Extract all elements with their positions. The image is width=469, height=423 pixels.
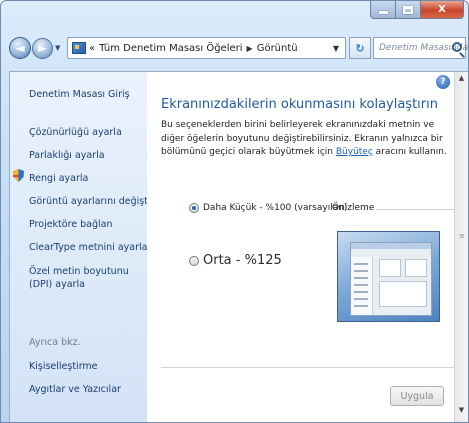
refresh-button[interactable]: ↻ <box>349 37 371 59</box>
page-description: Bu seçeneklerden birini belirleyerek ekr… <box>161 119 457 160</box>
back-arrow-icon: ◄ <box>15 41 25 55</box>
minimize-button[interactable] <box>370 1 396 19</box>
preview-titlebar <box>351 243 431 249</box>
breadcrumb-overflow[interactable]: « <box>89 43 95 54</box>
page-title: Ekranınızdakilerin okunmasını kolaylaştı… <box>161 97 438 112</box>
sidebar-link-cleartype[interactable]: ClearType metnini ayarla <box>29 242 147 253</box>
refresh-icon: ↻ <box>355 41 365 55</box>
search-icon[interactable] <box>452 42 462 52</box>
vertical-scrollbar[interactable]: ▲ ≡ ▼ <box>454 72 468 422</box>
sidebar-link-color[interactable]: Rengi ayarla <box>29 173 88 184</box>
shield-icon <box>13 169 24 182</box>
sidebar-link-devices-printers[interactable]: Aygıtlar ve Yazıcılar <box>29 384 121 395</box>
forward-button[interactable]: ► <box>32 37 53 59</box>
preview-tile <box>379 259 401 277</box>
sidebar-link-brightness[interactable]: Parlaklığı ayarla <box>29 150 105 161</box>
preview-image <box>337 231 440 322</box>
breadcrumb-display[interactable]: Görüntü <box>257 43 298 54</box>
sidebar-link-display-settings[interactable]: Görüntü ayarlarını değiştir <box>29 196 155 207</box>
preview-tile <box>379 281 427 307</box>
see-also-label: Ayrıca bkz. <box>29 337 81 348</box>
sidebar-link-personalization[interactable]: Kişiselleştirme <box>29 361 98 372</box>
preview-window <box>350 242 432 316</box>
preview-bar <box>354 263 368 265</box>
radio-medium[interactable] <box>189 255 199 266</box>
magnifier-link[interactable]: Büyüteç <box>336 147 373 157</box>
preview-bar <box>354 284 368 286</box>
preview-sidebar <box>351 257 373 315</box>
section-divider <box>161 367 456 368</box>
scroll-grip-icon[interactable]: ≡ <box>459 232 465 240</box>
sidebar-link-dpi[interactable]: Özel metin boyutunu (DPI) ayarla <box>29 265 141 291</box>
control-panel-window: X ◄ ► ▼ « Tüm Denetim Masası Öğeleri ▶ G… <box>0 0 469 423</box>
close-button[interactable]: X <box>421 1 464 19</box>
search-box[interactable]: Denetim Masasında Ara <box>373 37 468 59</box>
preview-bar <box>354 298 368 300</box>
preview-bar <box>354 305 368 307</box>
back-button[interactable]: ◄ <box>9 37 31 59</box>
option-smaller[interactable]: Daha Küçük - %100 (varsayılan) <box>189 203 347 213</box>
help-icon[interactable]: ? <box>436 75 450 89</box>
sidebar-link-home[interactable]: Denetim Masası Giriş <box>29 89 130 100</box>
address-dropdown-icon[interactable]: ▼ <box>333 44 339 53</box>
option-medium[interactable]: Orta - %125 <box>189 253 282 268</box>
option-medium-label[interactable]: Orta - %125 <box>203 253 282 268</box>
minimize-icon <box>378 10 388 14</box>
description-text-after: aracını kullanın. <box>372 147 447 157</box>
radio-smaller[interactable] <box>189 203 199 213</box>
preview-tile <box>405 259 427 277</box>
apply-button[interactable]: Uygula <box>390 386 444 406</box>
sidebar-link-projector[interactable]: Projektöre bağlan <box>29 219 113 230</box>
breadcrumb-chevron-icon[interactable]: ▶ <box>247 44 253 53</box>
control-panel-icon <box>72 42 86 54</box>
recent-pages-dropdown[interactable]: ▼ <box>55 44 65 52</box>
scroll-up-icon[interactable]: ▲ <box>457 74 466 82</box>
preview-divider <box>376 209 458 210</box>
scroll-down-icon[interactable]: ▼ <box>457 406 466 414</box>
close-icon: X <box>438 4 446 15</box>
main-panel: ? Ekranınızdakilerin okunmasını kolaylaş… <box>147 72 458 422</box>
preview-label: Önizleme <box>332 203 375 213</box>
address-bar[interactable]: « Tüm Denetim Masası Öğeleri ▶ Görüntü ▼ <box>67 37 346 59</box>
navigation-bar: ◄ ► ▼ « Tüm Denetim Masası Öğeleri ▶ Gör… <box>9 34 468 62</box>
breadcrumb-all-items[interactable]: Tüm Denetim Masası Öğeleri <box>99 43 242 54</box>
preview-bar <box>354 291 368 293</box>
preview-bar <box>354 270 368 272</box>
option-smaller-label[interactable]: Daha Küçük - %100 (varsayılan) <box>203 203 347 213</box>
maximize-icon <box>403 5 413 14</box>
forward-arrow-icon: ► <box>37 41 48 55</box>
caption-buttons: X <box>370 1 464 20</box>
content-area: Denetim Masası Giriş Çözünürlüğü ayarla … <box>9 71 468 422</box>
maximize-button[interactable] <box>396 1 421 19</box>
sidebar-link-resolution[interactable]: Çözünürlüğü ayarla <box>29 127 122 138</box>
sidebar: Denetim Masası Giriş Çözünürlüğü ayarla … <box>10 72 155 422</box>
preview-bar <box>354 277 368 279</box>
